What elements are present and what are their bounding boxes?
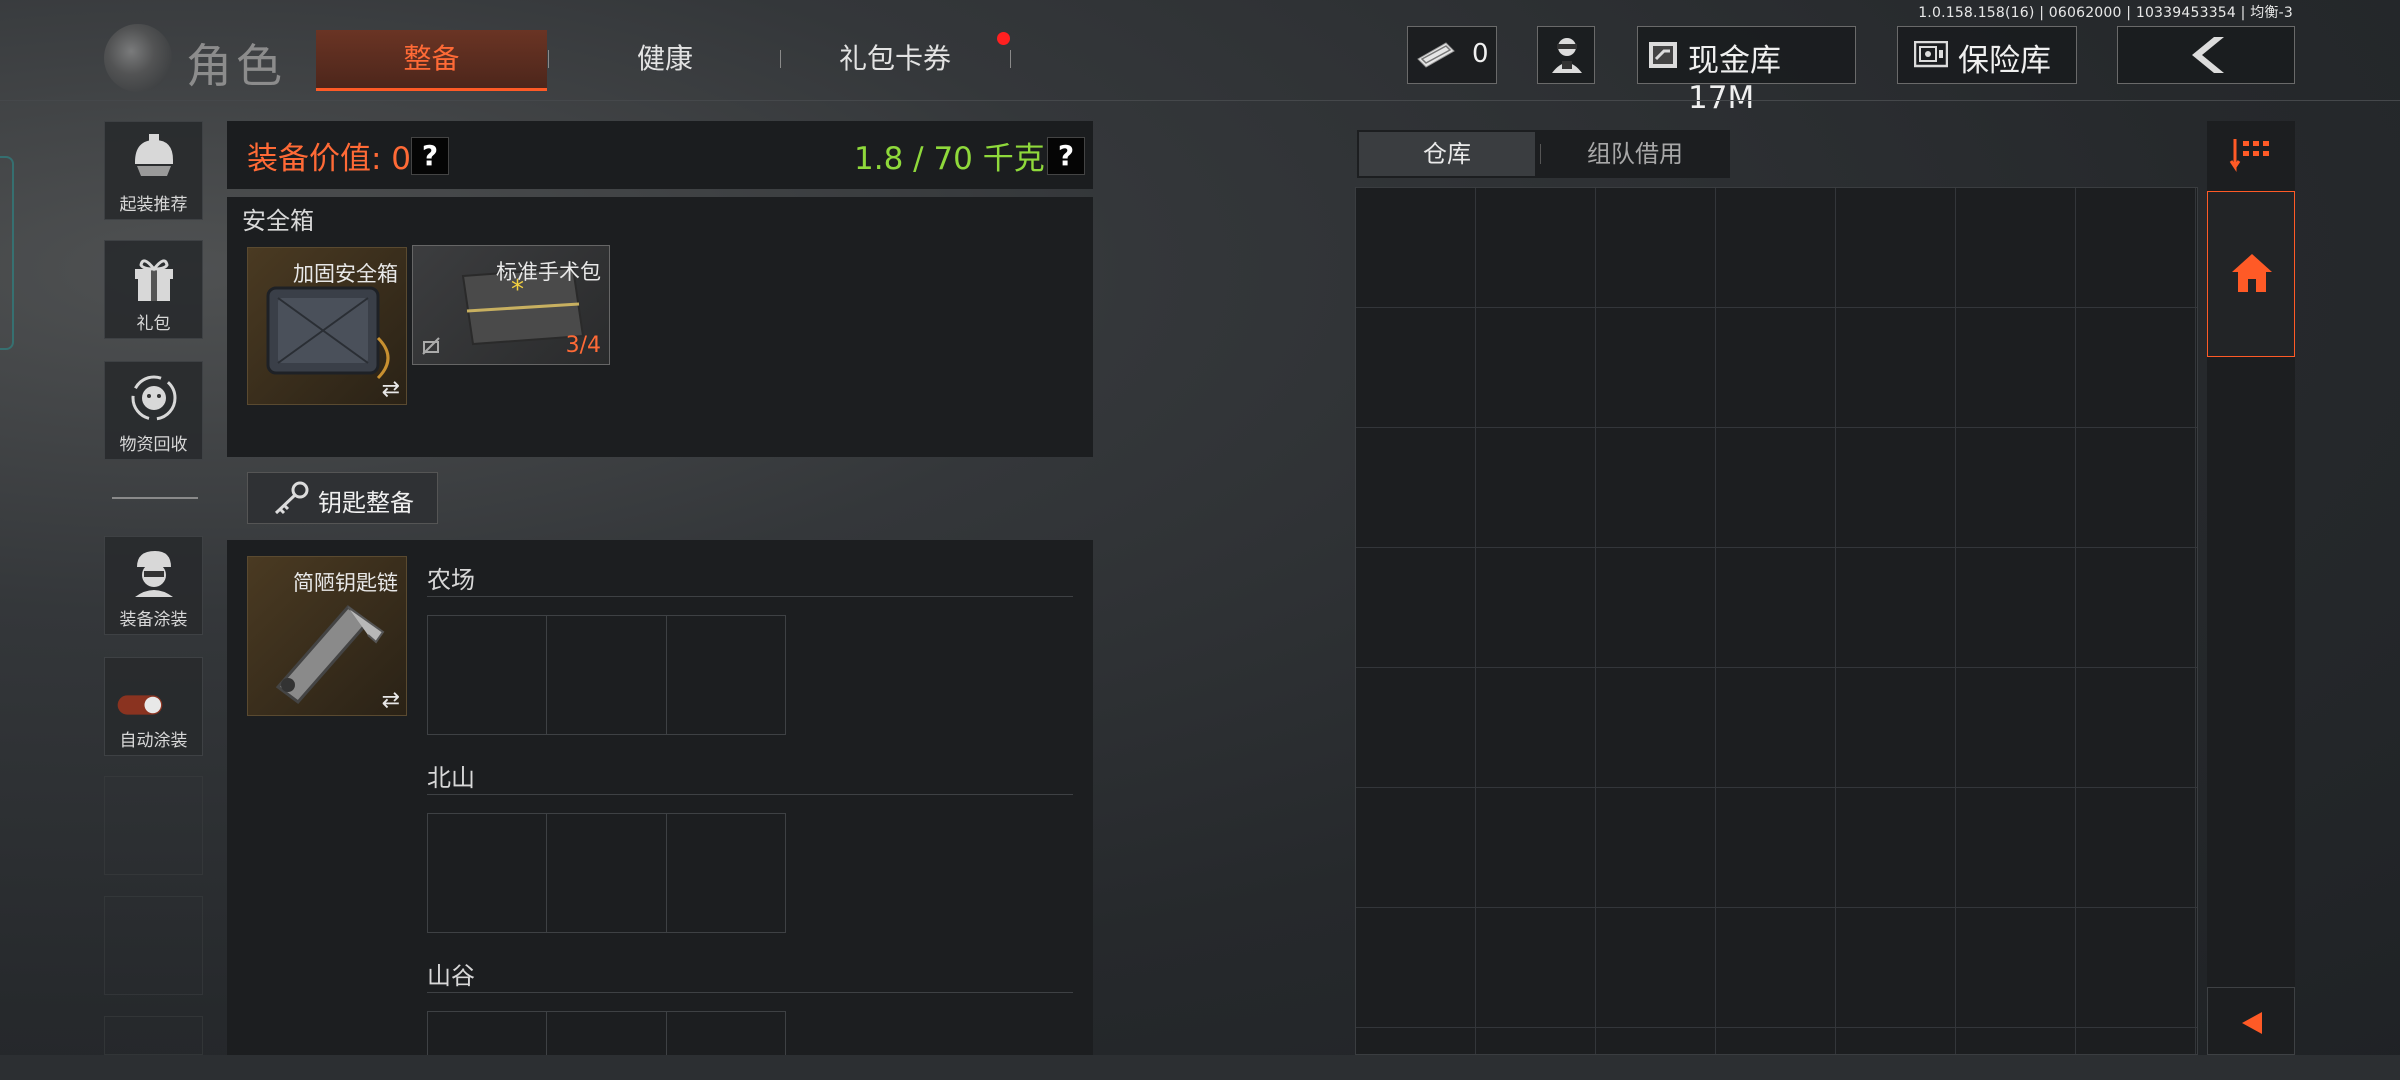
back-arrow-icon: [2192, 37, 2224, 73]
storage-side-bar: [2207, 121, 2295, 1055]
key-slots-north-mountain[interactable]: [427, 813, 786, 933]
sidebar-item-recycle[interactable]: 物资回收: [104, 361, 203, 460]
weight-help-button[interactable]: ?: [1047, 137, 1085, 175]
equipment-summary: 装备价值: 0 ? 1.8 / 70 千克 ?: [227, 121, 1093, 189]
recycle-icon: [131, 375, 177, 421]
tab-divider: [1010, 50, 1011, 68]
sidebar-empty-slot: [104, 1016, 203, 1055]
safe-vault-label: 保险库: [1958, 43, 2051, 79]
safebox-title: 安全箱: [242, 207, 314, 235]
back-button[interactable]: [2117, 26, 2295, 84]
keychain-item-slot[interactable]: 简陋钥匙链 ⇄: [247, 556, 407, 716]
sort-icon: [2229, 139, 2269, 172]
cash-icon: [1417, 42, 1455, 68]
item-name: 标准手术包: [496, 260, 601, 284]
sidebar-empty-slot: [104, 896, 203, 995]
cash-vault-button[interactable]: 现金库 17M: [1637, 26, 1856, 116]
keychain-image: [275, 604, 385, 705]
sort-button[interactable]: [2207, 121, 2295, 189]
map-label-farm: 农场: [427, 566, 475, 594]
sidebar-item-label: 礼包: [136, 314, 171, 334]
safebox-item-slot[interactable]: 加固安全箱 ⇄: [247, 247, 407, 405]
sidebar-item-label: 装备涂装: [119, 610, 188, 630]
equipment-value: 装备价值: 0: [247, 141, 412, 177]
sidebar-item-label: 自动涂装: [119, 731, 188, 751]
bottom-bar: [0, 1055, 2400, 1080]
tab-divider: [548, 50, 549, 68]
sidebar-item-label: 起装推荐: [119, 195, 188, 215]
sidebar-empty-slot: [104, 776, 203, 875]
cash-value: 0: [1472, 39, 1489, 69]
key-slots-farm[interactable]: [427, 615, 786, 735]
key-loadout-button[interactable]: 钥匙整备: [247, 472, 438, 524]
item-name: 加固安全箱: [293, 262, 398, 286]
sidebar-item-loadout-recommend[interactable]: 起装推荐: [104, 121, 203, 220]
soldier-icon: [135, 551, 173, 597]
safe-icon: [1914, 41, 1948, 68]
arrow-left-icon: [2242, 1012, 2262, 1034]
tab-warehouse[interactable]: 仓库: [1359, 132, 1535, 176]
safebox-panel: 安全箱 加固安全箱 ⇄ * 标准手术包 3/4: [227, 197, 1093, 457]
toggle-icon[interactable]: [117, 688, 163, 722]
side-drawer-handle[interactable]: [0, 156, 14, 350]
tab-health[interactable]: 健康: [560, 30, 770, 88]
value-help-button[interactable]: ?: [411, 137, 449, 175]
swap-icon[interactable]: ⇄: [382, 688, 400, 713]
tab-team-borrow[interactable]: 组队借用: [1547, 132, 1723, 176]
collapse-panel-button[interactable]: [2207, 987, 2295, 1055]
tab-gift-coupons[interactable]: 礼包卡券: [790, 30, 1000, 88]
key-slots-valley[interactable]: [427, 1011, 786, 1055]
safe-vault-button[interactable]: 保险库: [1897, 26, 2077, 84]
sidebar-item-gift[interactable]: 礼包: [104, 240, 203, 339]
page-title: 角色: [186, 39, 286, 93]
tab-divider: [780, 50, 781, 68]
no-insurance-icon: [422, 337, 440, 355]
cash-vault-label: 现金库 17M: [1688, 43, 1781, 116]
item-count: 3/4: [565, 333, 601, 358]
weight-capacity: 1.8 / 70 千克: [854, 141, 1045, 177]
globe-logo-icon: [104, 24, 172, 92]
sidebar-item-equip-skin[interactable]: 装备涂装: [104, 536, 203, 635]
version-info: 1.0.158.158(16) | 06062000 | 10339453354…: [1918, 5, 2293, 21]
warehouse-grid[interactable]: [1355, 187, 2198, 1055]
agent-icon: [1552, 38, 1582, 73]
home-icon: [2232, 254, 2272, 292]
storage-tabs: 仓库 组队借用: [1357, 130, 1730, 178]
sidebar-divider: [112, 497, 198, 499]
swap-icon[interactable]: ⇄: [382, 377, 400, 402]
gift-icon: [135, 259, 173, 301]
tab-equip[interactable]: 整备: [316, 30, 547, 91]
helmet-icon: [135, 134, 173, 176]
map-label-valley: 山谷: [427, 962, 475, 990]
notification-dot: [997, 32, 1010, 45]
tab-divider: [1540, 144, 1541, 164]
safebox-image: [266, 286, 390, 380]
home-storage-button[interactable]: [2207, 191, 2295, 357]
cash-balance-button[interactable]: 0: [1407, 26, 1497, 84]
header-divider: [0, 100, 2400, 101]
map-divider: [427, 992, 1073, 993]
keychain-panel: 简陋钥匙链 ⇄ 农场 北山 山谷: [227, 540, 1093, 1055]
surgical-kit-slot[interactable]: * 标准手术包 3/4: [412, 245, 610, 365]
sidebar-item-label: 物资回收: [119, 435, 188, 455]
key-loadout-label: 钥匙整备: [318, 489, 414, 517]
map-divider: [427, 596, 1073, 597]
key-icon: [274, 481, 309, 515]
vault-icon: [1649, 42, 1677, 68]
map-label-north-mountain: 北山: [427, 764, 475, 792]
agent-button[interactable]: [1537, 26, 1595, 84]
sidebar-item-auto-skin[interactable]: 自动涂装: [104, 657, 203, 756]
map-divider: [427, 794, 1073, 795]
item-name: 简陋钥匙链: [293, 571, 398, 595]
